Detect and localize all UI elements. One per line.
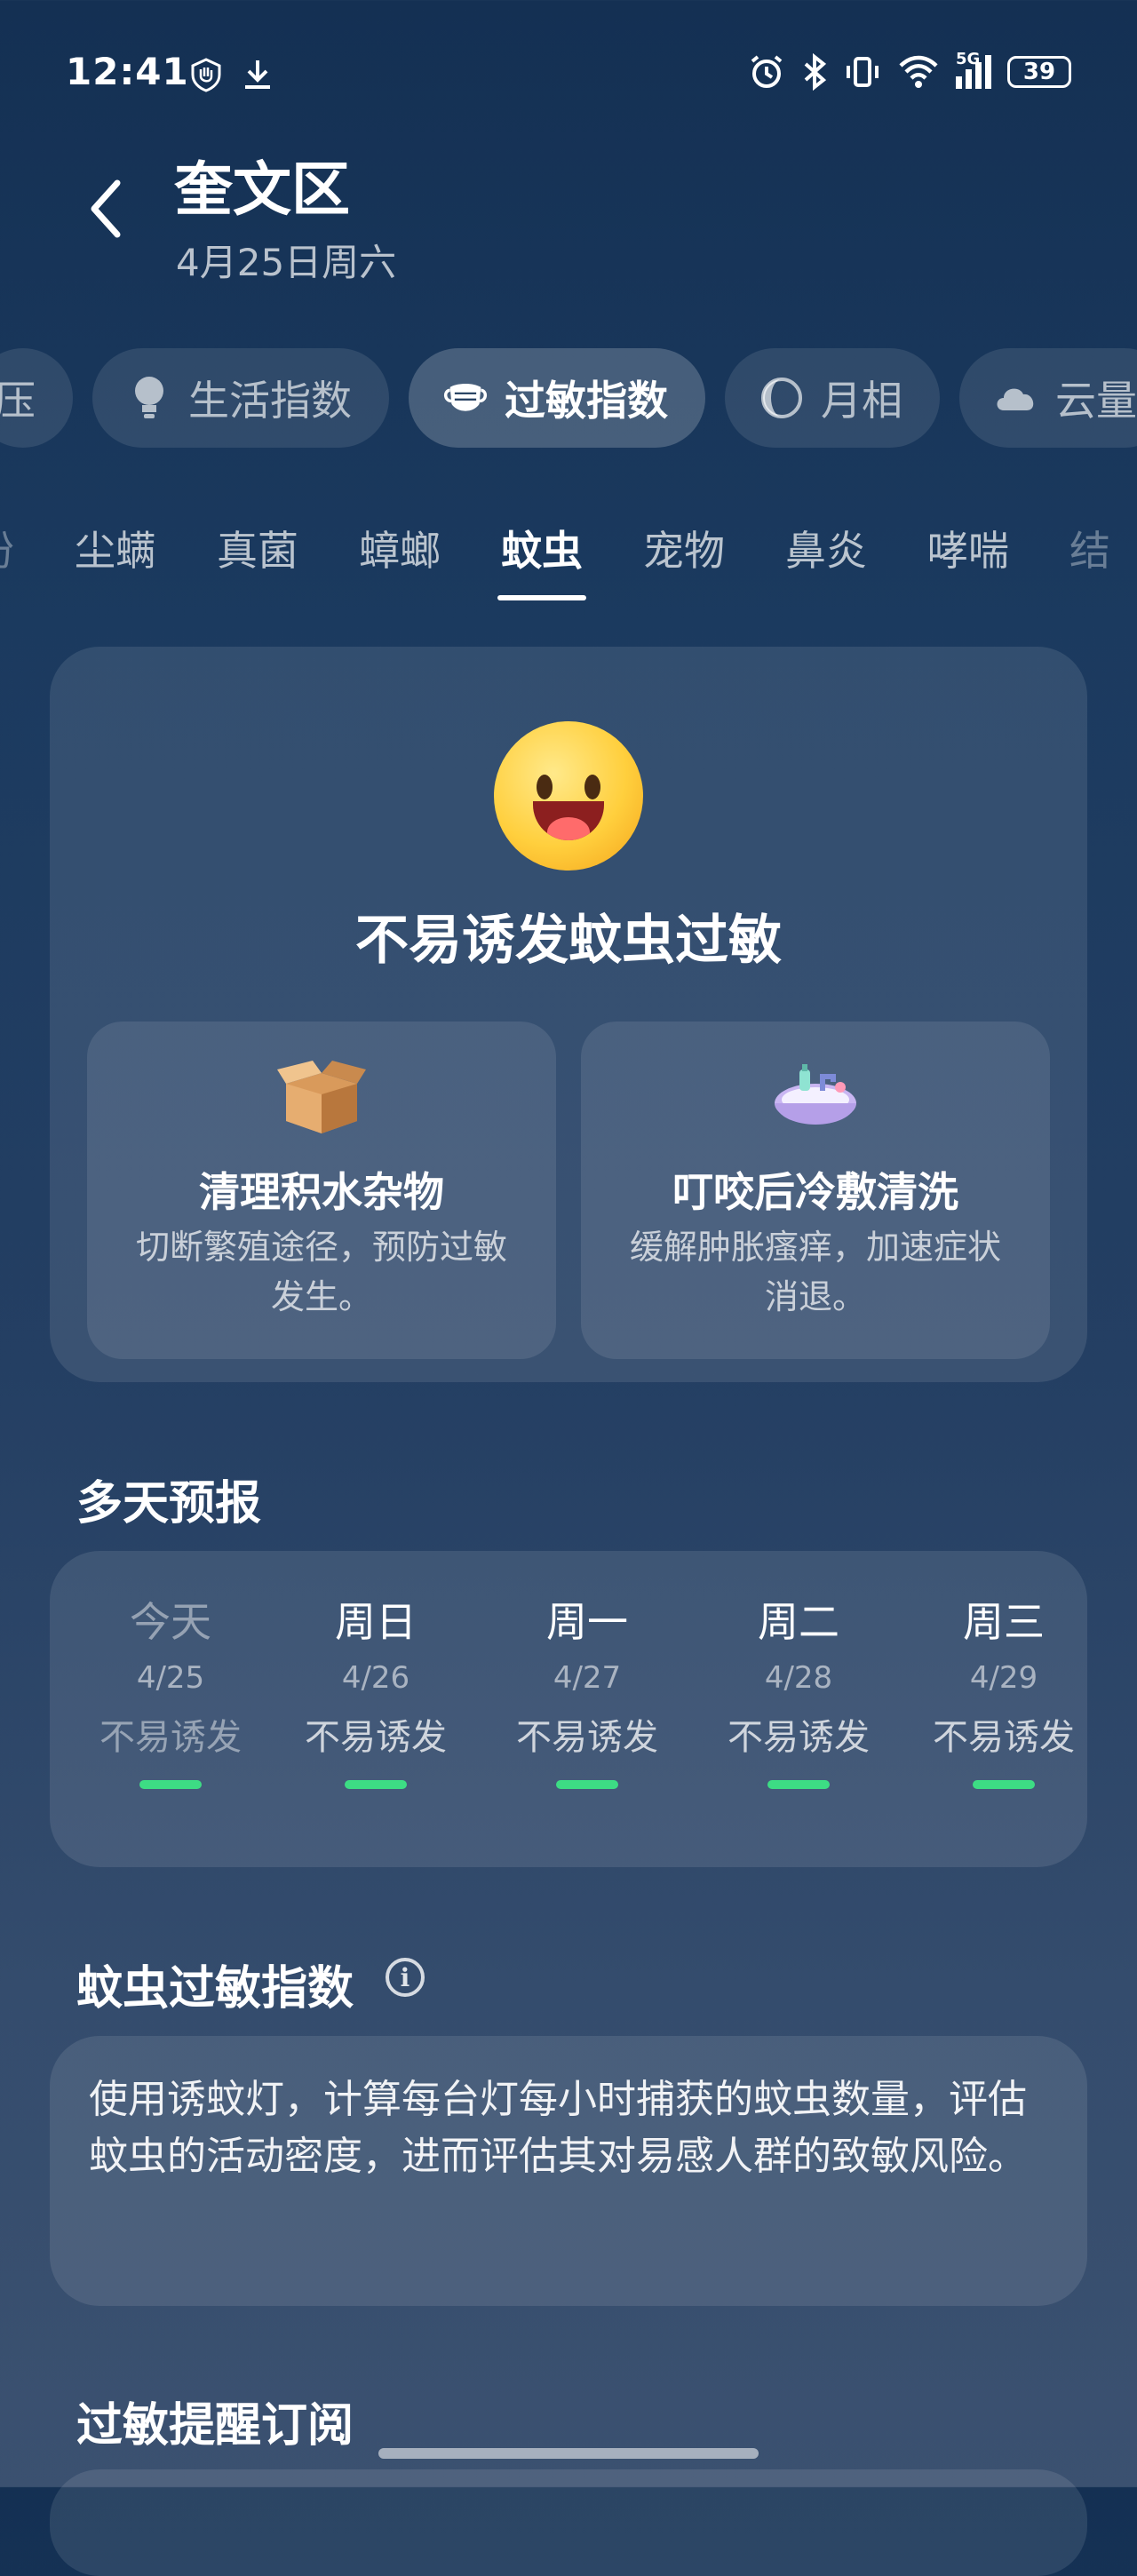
forecast-day[interactable]: 今天 4/25 不易诱发	[73, 1594, 268, 1789]
day-date: 4/26	[341, 1660, 410, 1696]
cloud-icon	[993, 375, 1039, 421]
category-pill-life-index[interactable]: 生活指数	[92, 348, 389, 448]
forecast-day[interactable]: 周一 4/27 不易诱发	[489, 1594, 685, 1789]
status-time: 12:41	[66, 50, 189, 93]
level-indicator-bar	[345, 1780, 407, 1789]
sink-icon	[775, 1064, 856, 1125]
home-indicator[interactable]	[378, 2448, 759, 2459]
info-icon[interactable]: i	[386, 1958, 425, 1997]
subscription-card[interactable]	[50, 2469, 1087, 2576]
day-name: 今天	[130, 1598, 211, 1646]
allergy-level-headline: 不易诱发蚊虫过敏	[355, 910, 782, 972]
battery-indicator: 39	[1007, 56, 1071, 88]
day-name: 周一	[546, 1598, 628, 1646]
category-pill-moon-phase[interactable]: 月相	[725, 348, 940, 448]
network-type: 5G	[956, 50, 981, 68]
category-label: 生活指数	[188, 377, 352, 425]
alarm-icon	[751, 55, 783, 88]
wifi-icon	[899, 55, 938, 88]
category-label: 月相	[821, 377, 902, 425]
forecast-day[interactable]: 周三 4/29 不易诱发	[906, 1594, 1101, 1789]
tab-cockroach[interactable]: 蟑螂	[329, 515, 471, 586]
download-icon	[245, 60, 270, 89]
tip-description: 切断繁殖途径，预防过敏发生。	[135, 1228, 507, 1316]
allergen-tabs: 粉 尘螨 真菌 蟑螂 蚊虫 宠物 鼻炎 哮喘 结	[0, 515, 1137, 600]
tab-dust-mite[interactable]: 尘螨	[44, 515, 187, 586]
day-name: 周三	[963, 1598, 1045, 1646]
happy-face-icon	[494, 721, 643, 871]
tip-title: 叮咬后冷敷清洗	[672, 1168, 958, 1216]
level-indicator-bar	[973, 1780, 1035, 1789]
level-indicator-bar	[767, 1780, 830, 1789]
index-description-card: 使用诱蚊灯，计算每台灯每小时捕获的蚊虫数量，评估蚊虫的活动密度，进而评估其对易感…	[50, 2036, 1087, 2306]
category-label: 压	[0, 377, 36, 425]
day-level: 不易诱发	[305, 1717, 447, 1758]
status-notification-icons	[188, 57, 275, 92]
hand-shield-icon	[191, 58, 221, 92]
tab-mosquito[interactable]: 蚊虫	[471, 515, 613, 600]
tip-card: 叮咬后冷敷清洗 缓解肿胀瘙痒，加速症状消退。	[581, 1022, 1050, 1359]
category-pill-cloud-cover[interactable]: 云量	[959, 348, 1137, 448]
subscription-title: 过敏提醒订阅	[76, 2399, 354, 2453]
category-pill-pressure[interactable]: 压	[0, 348, 73, 448]
day-name: 周日	[335, 1598, 417, 1646]
page-title: 奎文区	[174, 155, 350, 224]
day-level: 不易诱发	[516, 1717, 658, 1758]
moon-icon	[759, 375, 805, 421]
category-pill-allergy-index[interactable]: 过敏指数	[409, 348, 705, 448]
signal-icon: 5G	[956, 50, 991, 89]
lightbulb-icon	[126, 375, 172, 421]
tab-pollen[interactable]: 粉	[0, 515, 44, 586]
day-date: 4/28	[764, 1660, 833, 1696]
back-arrow-icon[interactable]	[87, 178, 123, 240]
tab-fungus[interactable]: 真菌	[187, 515, 329, 586]
tip-card: 清理积水杂物 切断繁殖途径，预防过敏发生。	[87, 1022, 556, 1359]
tab-pet[interactable]: 宠物	[613, 515, 755, 586]
day-level: 不易诱发	[728, 1717, 870, 1758]
forecast-card: 今天 4/25 不易诱发 周日 4/26 不易诱发 周一 4/27 不易诱发 周…	[50, 1551, 1087, 1867]
day-level: 不易诱发	[933, 1717, 1075, 1758]
tip-description: 缓解肿胀瘙痒，加速症状消退。	[629, 1228, 1001, 1316]
page-date: 4月25日周六	[176, 241, 397, 284]
index-description: 使用诱蚊灯，计算每台灯每小时捕获的蚊虫数量，评估蚊虫的活动密度，进而评估其对易感…	[89, 2077, 1027, 2179]
tab-conjunctivitis[interactable]: 结	[1039, 515, 1137, 586]
day-date: 4/29	[969, 1660, 1038, 1696]
index-info-title: 蚊虫过敏指数	[76, 1962, 354, 2015]
category-label: 过敏指数	[505, 377, 668, 425]
category-pills: 压 生活指数 过敏指数 月相 云量	[0, 348, 1137, 448]
forecast-day[interactable]: 周日 4/26 不易诱发	[278, 1594, 473, 1789]
level-indicator-bar	[556, 1780, 618, 1789]
bluetooth-icon	[804, 53, 827, 91]
forecast-day[interactable]: 周二 4/28 不易诱发	[701, 1594, 896, 1789]
tab-rhinitis[interactable]: 鼻炎	[755, 515, 897, 586]
level-indicator-bar	[139, 1780, 202, 1789]
day-date: 4/25	[136, 1660, 205, 1696]
forecast-title: 多天预报	[76, 1477, 262, 1530]
tip-title: 清理积水杂物	[199, 1168, 444, 1216]
day-name: 周二	[758, 1598, 839, 1646]
day-date: 4/27	[553, 1660, 622, 1696]
tab-asthma[interactable]: 哮喘	[897, 515, 1039, 586]
vibrate-icon	[847, 57, 879, 87]
day-level: 不易诱发	[99, 1717, 242, 1758]
box-icon	[277, 1061, 366, 1133]
category-label: 云量	[1055, 377, 1137, 425]
mask-icon	[442, 375, 489, 421]
status-system-icons: 5G 39	[748, 50, 1071, 91]
